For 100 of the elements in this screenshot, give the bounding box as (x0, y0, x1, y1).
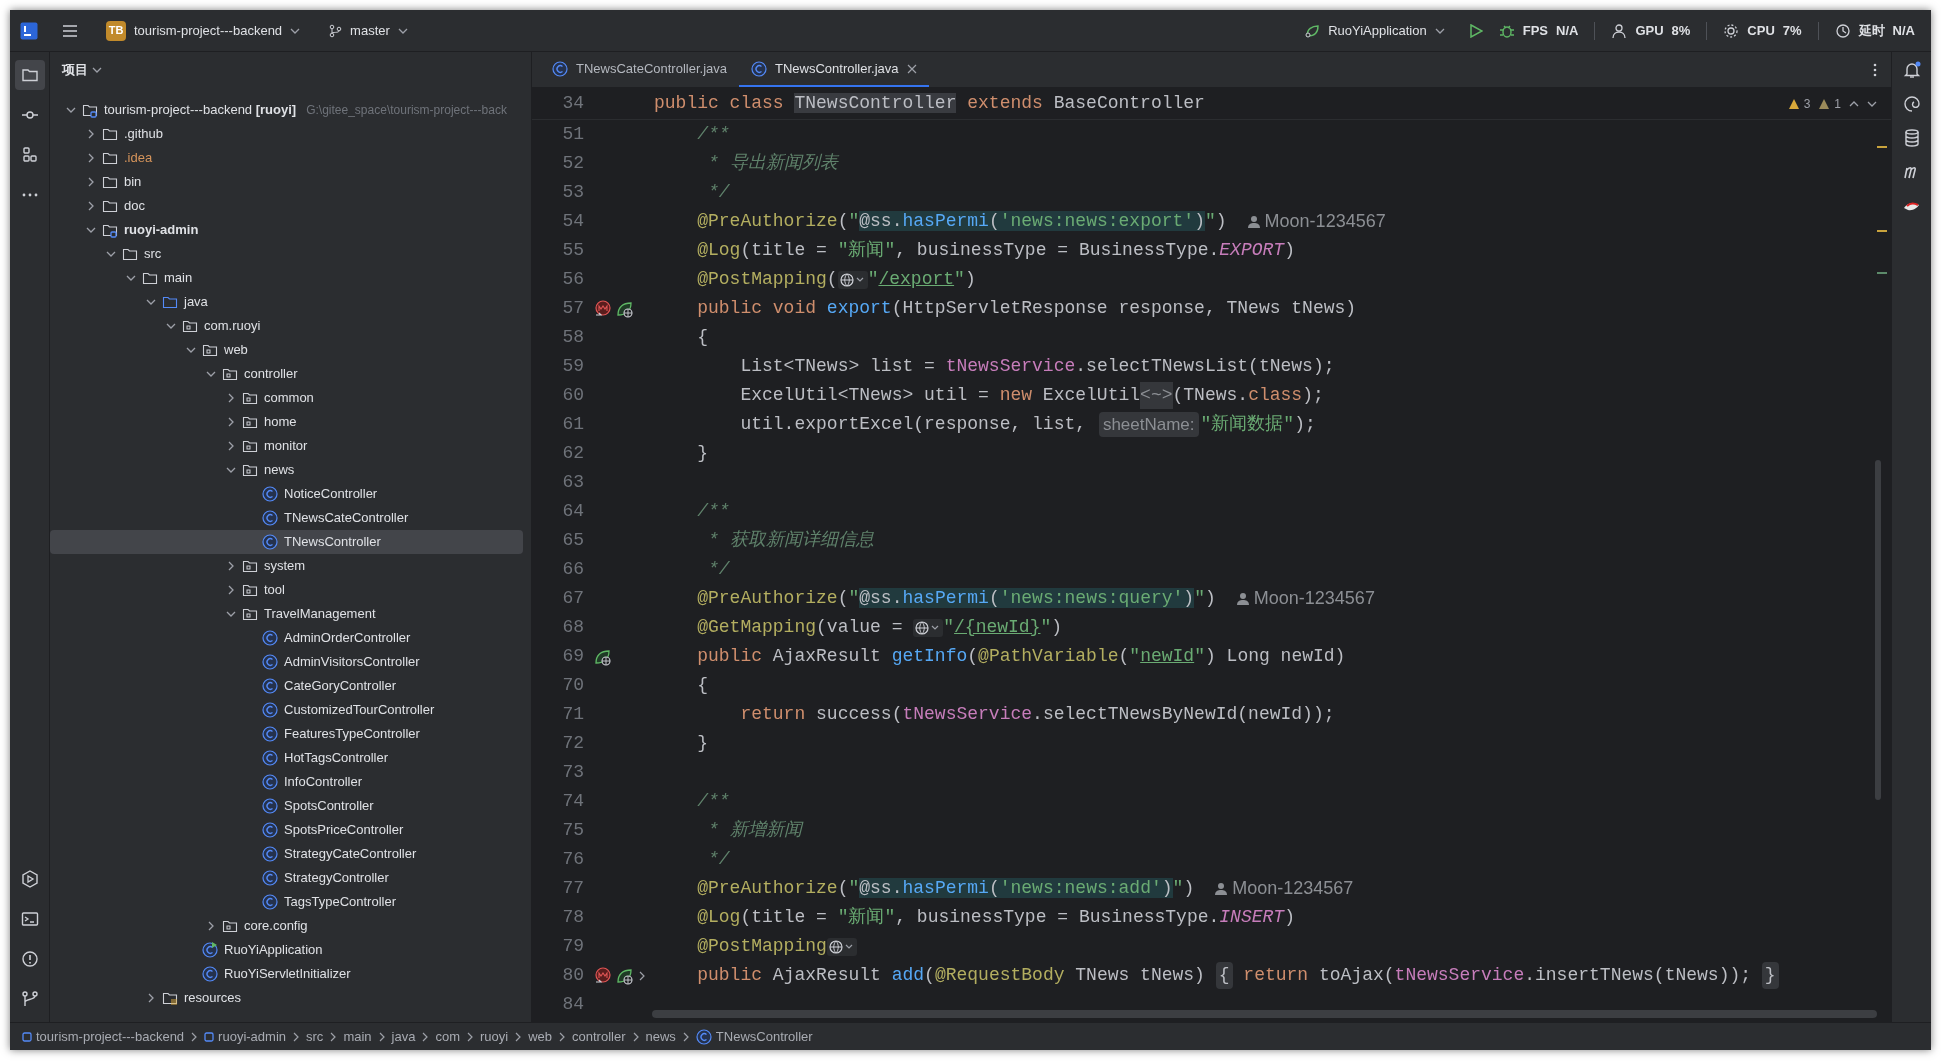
chevron-right-icon[interactable] (226, 417, 236, 427)
tree-item[interactable]: news (50, 458, 523, 482)
breadcrumb-item[interactable]: controller (572, 1026, 626, 1047)
tree-item[interactable]: HotTagsController (50, 746, 523, 770)
chevron-right-icon[interactable] (226, 585, 236, 595)
editor-tab[interactable]: TNewsCateController.java (540, 52, 739, 87)
tree-item[interactable]: CustomizedTourController (50, 698, 523, 722)
editor-tab[interactable]: TNewsController.java (739, 52, 929, 87)
chevron-down-icon[interactable] (226, 465, 236, 475)
tree-item[interactable]: core.config (50, 914, 523, 938)
vertical-scrollbar[interactable] (1875, 460, 1881, 800)
tree-item[interactable]: AdminOrderController (50, 626, 523, 650)
tree-item[interactable]: CateGoryController (50, 674, 523, 698)
tool-window-button[interactable] (14, 60, 45, 90)
folded-code[interactable]: { (1215, 962, 1233, 989)
chevron-right-icon[interactable] (86, 129, 96, 139)
chevron-down-icon[interactable] (206, 369, 216, 379)
tree-item[interactable]: doc (50, 194, 523, 218)
menu-icon[interactable] (62, 23, 78, 38)
chevron-right-icon[interactable] (226, 441, 236, 451)
tree-item[interactable]: NoticeController (50, 482, 523, 506)
chevron-right-icon[interactable] (86, 177, 96, 187)
breadcrumb-item[interactable]: main (343, 1026, 372, 1047)
warning-icon[interactable] (1787, 97, 1800, 110)
tree-item[interactable]: TNewsController (50, 530, 523, 554)
horizontal-scrollbar[interactable] (652, 1010, 1877, 1018)
tree-item[interactable]: FeaturesTypeController (50, 722, 523, 746)
weak-warning-count[interactable]: 1 (1834, 94, 1841, 113)
tree-item[interactable]: tourism-project---backend [ruoyi] G:\gitee_space\tourism-project---back (50, 98, 523, 122)
project-selector[interactable]: TB tourism-project---backend (102, 20, 305, 41)
tree-item[interactable]: tool (50, 578, 523, 602)
kebab-menu-icon[interactable] (1873, 62, 1877, 77)
chevron-right-icon[interactable] (226, 393, 236, 403)
tree-item[interactable]: ruoyi-admin (50, 218, 523, 242)
tree-item[interactable]: java (50, 290, 523, 314)
chevron-down-icon[interactable] (86, 225, 96, 235)
tree-item[interactable]: controller (50, 362, 523, 386)
bell-icon[interactable] (1901, 60, 1922, 80)
type-hint[interactable]: <~> (1140, 382, 1173, 409)
chevron-right-icon[interactable] (226, 561, 236, 571)
run-config-selector[interactable]: RuoYiApplication (1304, 20, 1445, 41)
globe-dropdown-icon[interactable] (826, 936, 857, 957)
chevron-down-icon[interactable] (126, 273, 136, 283)
leaf-globe-icon[interactable] (594, 647, 612, 666)
tree-item[interactable]: RuoYiApplication (50, 938, 523, 962)
chevron-right-icon[interactable] (86, 153, 96, 163)
author-hint[interactable]: Moon-1234567 (1253, 585, 1375, 612)
chevron-down-icon[interactable] (166, 321, 176, 331)
chevron-right-icon[interactable] (86, 201, 96, 211)
tree-item[interactable]: InfoController (50, 770, 523, 794)
chevron-down-icon[interactable] (66, 105, 76, 115)
tree-item[interactable]: resources (50, 986, 523, 1010)
tree-item[interactable]: web (50, 338, 523, 362)
expand-fold-icon[interactable] (638, 969, 646, 982)
chevron-down-icon[interactable] (226, 609, 236, 619)
tree-item[interactable]: SpotsPriceController (50, 818, 523, 842)
tree-item[interactable]: main (50, 266, 523, 290)
breadcrumb-item[interactable]: ruoyi (480, 1026, 509, 1047)
breadcrumb-item[interactable]: TNewsController (695, 1026, 813, 1047)
folded-code[interactable]: } (1761, 962, 1779, 989)
tree-item[interactable]: monitor (50, 434, 523, 458)
tree-item[interactable]: system (50, 554, 523, 578)
tree-item[interactable]: AdminVisitorsController (50, 650, 523, 674)
panel-title[interactable]: 项目 (62, 60, 88, 80)
leaf-globe-icon[interactable] (616, 966, 634, 985)
weak-warning-icon[interactable] (1818, 97, 1831, 110)
branch-selector[interactable]: master (328, 20, 408, 41)
tree-item[interactable]: .idea (50, 146, 523, 170)
breadcrumb-item[interactable]: src (306, 1026, 324, 1047)
chevron-down-icon[interactable] (146, 297, 156, 307)
tree-item[interactable]: com.ruoyi (50, 314, 523, 338)
tree-item[interactable]: StrategyCateController (50, 842, 523, 866)
globe-dropdown-icon[interactable] (913, 617, 944, 638)
tree-item[interactable]: bin (50, 170, 523, 194)
tree-item[interactable]: .github (50, 122, 523, 146)
chevron-right-icon[interactable] (206, 921, 216, 931)
author-hint[interactable]: Moon-1234567 (1232, 875, 1354, 902)
breadcrumb-item[interactable]: web (528, 1026, 553, 1047)
swirl-icon[interactable] (1901, 94, 1922, 114)
tree-item[interactable]: TravelManagement (50, 602, 523, 626)
override-method-icon[interactable] (594, 299, 612, 318)
leaf-globe-icon[interactable] (616, 299, 634, 318)
tree-item[interactable]: TNewsCateController (50, 506, 523, 530)
breadcrumb-item[interactable]: news (645, 1026, 676, 1047)
breadcrumb-item[interactable]: java (391, 1026, 416, 1047)
chevron-down-icon[interactable] (106, 249, 116, 259)
app-logo-icon[interactable] (20, 21, 38, 40)
close-icon[interactable] (906, 63, 917, 74)
globe-dropdown-icon[interactable] (837, 269, 868, 290)
override-method-icon[interactable] (594, 966, 612, 985)
tree-item[interactable]: StrategyController (50, 866, 523, 890)
tree-item[interactable]: src (50, 242, 523, 266)
author-hint[interactable]: Moon-1234567 (1264, 208, 1386, 235)
warning-count[interactable]: 3 (1803, 94, 1811, 113)
run-icon[interactable] (1468, 23, 1483, 38)
breadcrumb-item[interactable]: com (435, 1026, 460, 1047)
tree-item[interactable]: SpotsController (50, 794, 523, 818)
chevron-down-icon[interactable] (186, 345, 196, 355)
tree-item[interactable]: home (50, 410, 523, 434)
tree-item[interactable]: RuoYiServletInitializer (50, 962, 523, 986)
